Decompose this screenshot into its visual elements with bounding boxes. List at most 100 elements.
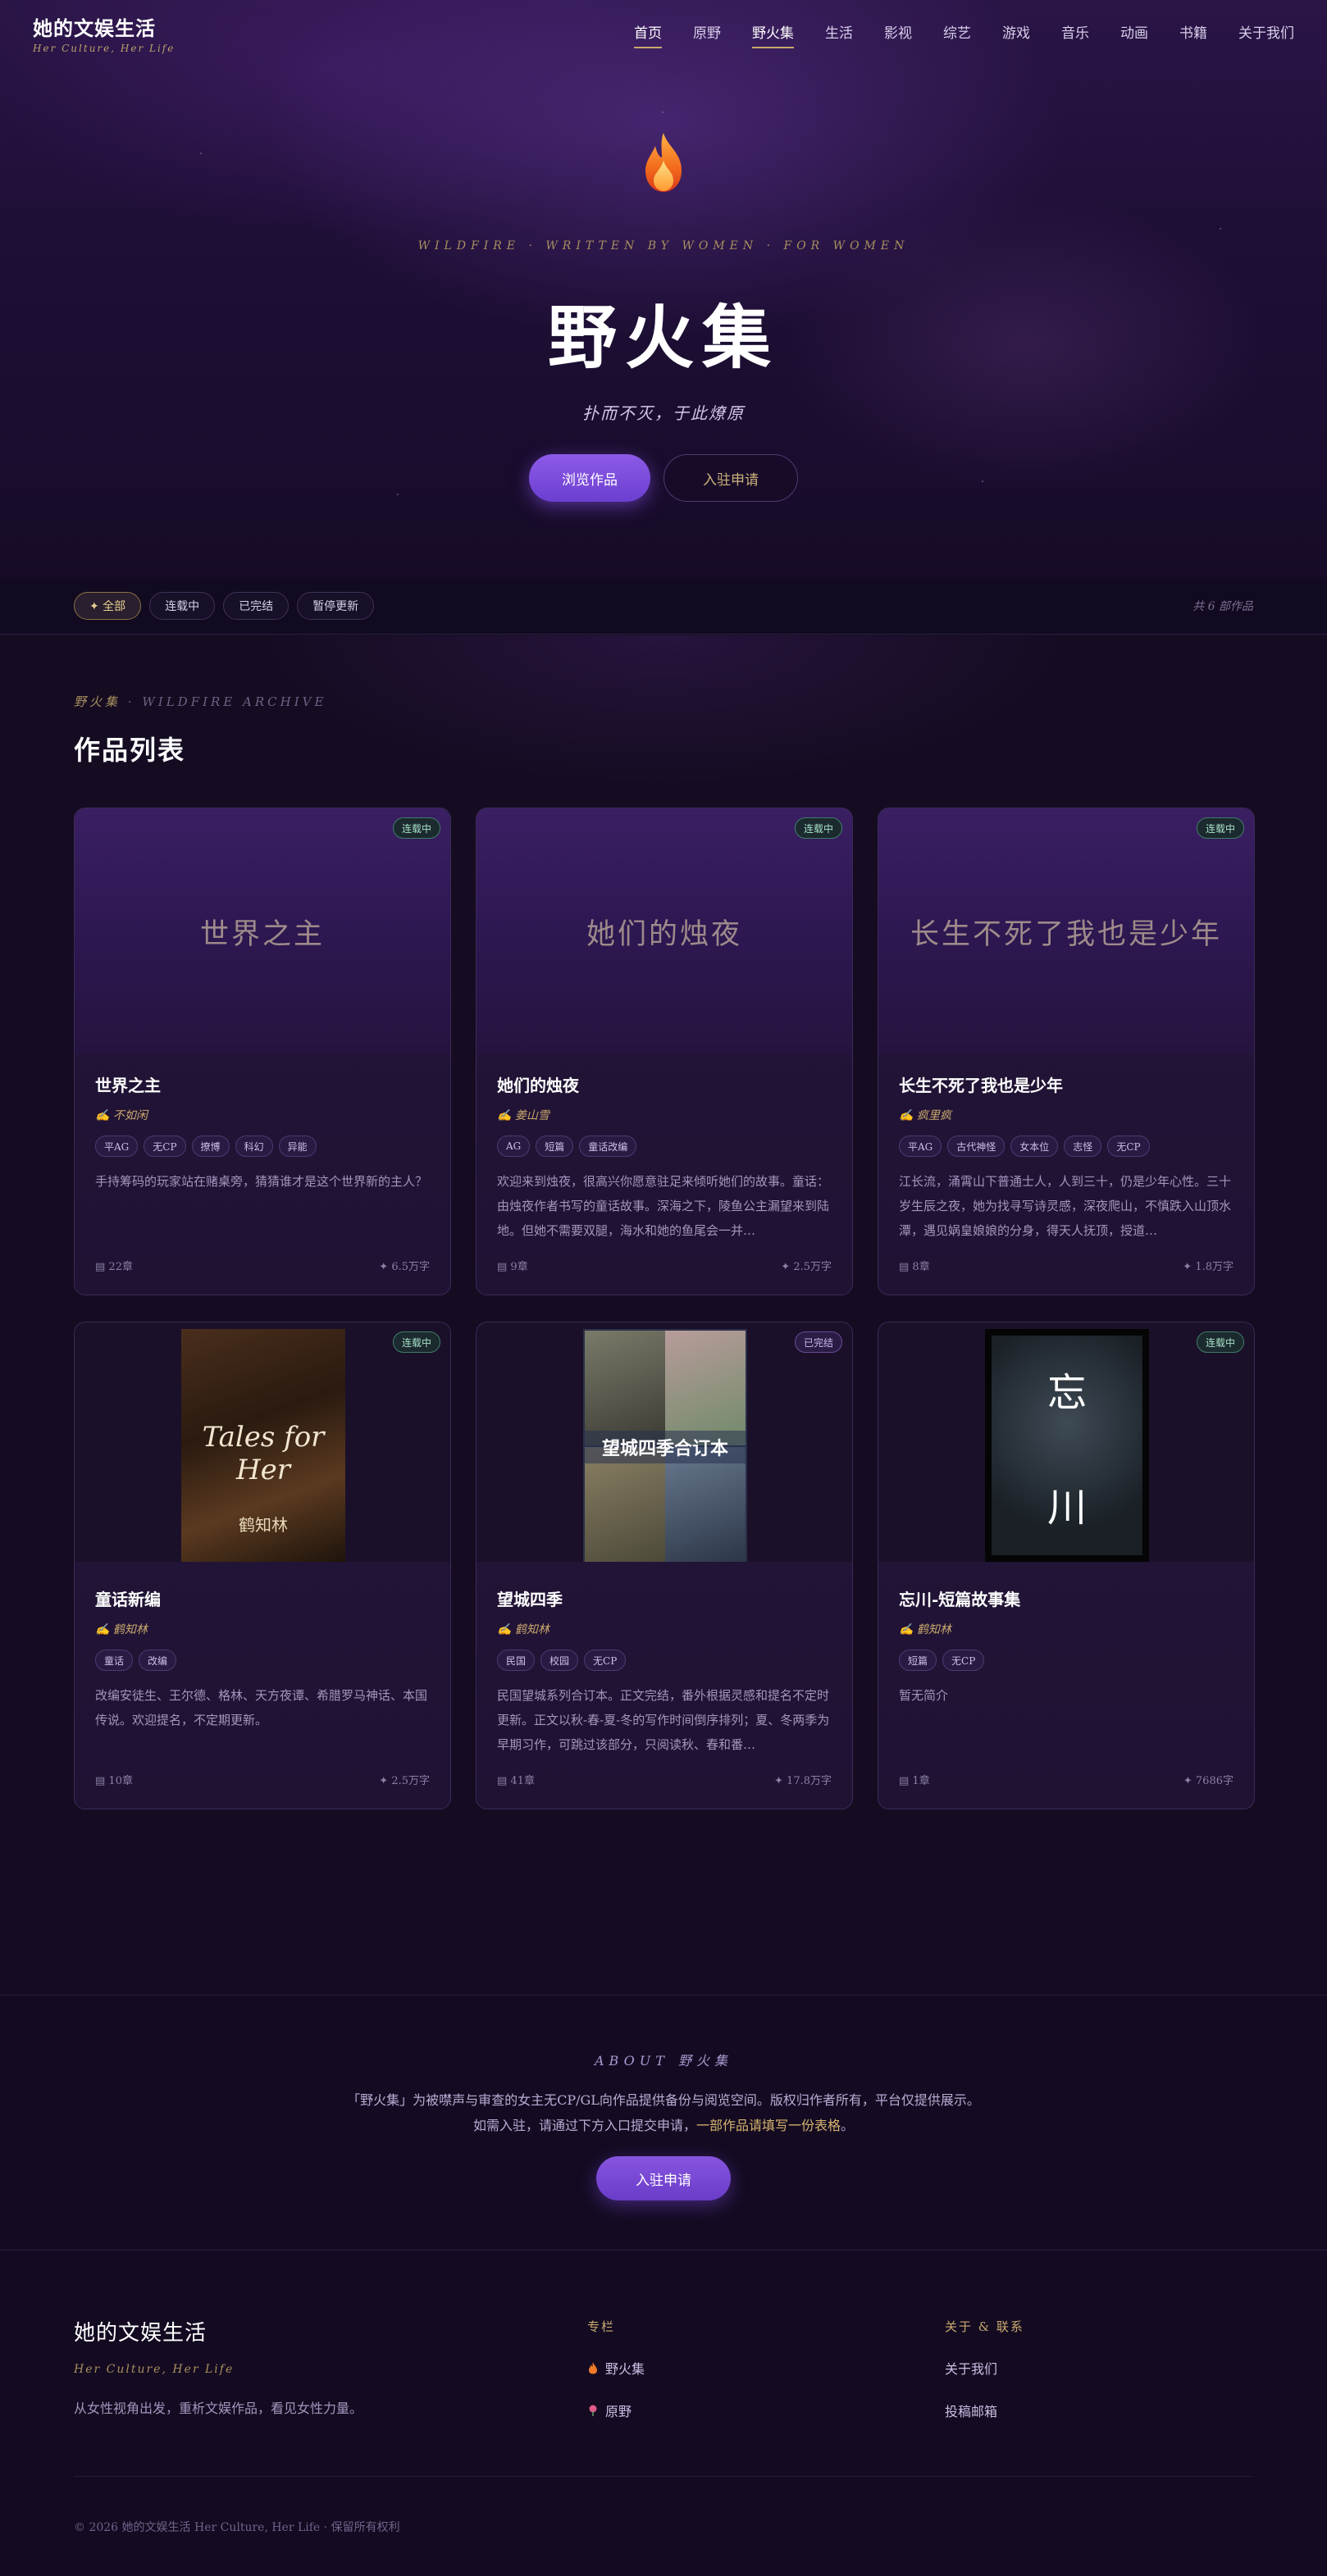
- work-card[interactable]: Tales for Her 鹤知林 连载中 童话新编 ✍ 鹤知林 童话 改编 改…: [74, 1322, 451, 1809]
- tag[interactable]: 童话改编: [579, 1136, 637, 1157]
- footer-column-heading: 关于 & 联系: [945, 2319, 1024, 2334]
- chapter-count: ▤ 8章: [899, 1261, 930, 1273]
- word-count: ✦ 2.5万字: [781, 1261, 832, 1273]
- top-navbar: 她的文娱生活 Her Culture, Her Life 首页 原野 野火集 生…: [0, 0, 1327, 66]
- tag[interactable]: 无CP: [584, 1650, 627, 1671]
- footer-link-about[interactable]: 关于我们: [945, 2358, 1024, 2378]
- flower-icon: [589, 2405, 597, 2416]
- chapter-count: ▤ 22章: [95, 1261, 133, 1273]
- tag-list: 平AG 古代神怪 女本位 志怪 无CP: [899, 1136, 1234, 1157]
- section-eyebrow: 野火集 · WILDFIRE ARCHIVE: [74, 694, 327, 709]
- cover-image: 忘 川: [985, 1329, 1149, 1562]
- document-icon: ▤: [899, 1261, 913, 1273]
- nav-item-games[interactable]: 游戏: [1002, 18, 1030, 48]
- tag[interactable]: 民国: [497, 1650, 536, 1671]
- hero-title: 野火集: [547, 297, 779, 378]
- hero-tagline: 扑而不灭，于此燎原: [582, 403, 745, 423]
- cover-title-text: Tales for Her: [202, 1421, 325, 1486]
- tag[interactable]: 古代神怪: [947, 1136, 1006, 1157]
- work-title: 长生不死了我也是少年: [899, 1076, 1063, 1095]
- work-title: 望城四季: [497, 1590, 563, 1609]
- tag[interactable]: 短篇: [536, 1136, 574, 1157]
- sparkle-icon: ✦: [379, 1775, 392, 1787]
- tag[interactable]: 志怪: [1064, 1136, 1102, 1157]
- nav-item-animation[interactable]: 动画: [1120, 18, 1148, 48]
- filter-chip-paused[interactable]: 暂停更新: [297, 591, 375, 620]
- hero-eyebrow: WILDFIRE · WRITTEN BY WOMEN · FOR WOMEN: [417, 239, 910, 253]
- work-card[interactable]: 长生不死了我也是少年 连载中 长生不死了我也是少年 ✍ 疯里疯 平AG 古代神怪…: [878, 808, 1255, 1295]
- work-card[interactable]: 她们的烛夜 连载中 她们的烛夜 ✍ 姜山雪 AG 短篇 童话改编 欢迎来到烛夜，…: [476, 808, 853, 1295]
- about-join-button[interactable]: 入驻申请: [596, 2156, 731, 2201]
- about-eyebrow: ABOUT 野火集: [595, 2053, 732, 2069]
- cover-char: 川: [1047, 1485, 1087, 1531]
- footer-link-submit-email[interactable]: 投稿邮箱: [945, 2401, 1024, 2420]
- chapter-count: ▤ 41章: [497, 1775, 535, 1787]
- cover-title-text: 长生不死了我也是少年: [910, 917, 1222, 951]
- status-badge: 连载中: [392, 817, 440, 839]
- filter-bar: ✦ 全部 连载中 已完结 暂停更新 共 6 部作品: [0, 577, 1327, 635]
- nav-item-variety[interactable]: 综艺: [943, 18, 971, 48]
- footer-columns: 专栏 野火集 原野: [587, 2316, 645, 2420]
- nav-item-home[interactable]: 首页: [634, 18, 662, 48]
- tag[interactable]: 撩博: [191, 1136, 230, 1157]
- tag[interactable]: 无CP: [1107, 1136, 1150, 1157]
- browse-works-button[interactable]: 浏览作品: [529, 454, 650, 502]
- tag[interactable]: 无CP: [144, 1136, 186, 1157]
- tag[interactable]: 童话: [95, 1650, 134, 1671]
- tag[interactable]: 平AG: [899, 1136, 942, 1157]
- work-title: 她们的烛夜: [497, 1076, 579, 1095]
- tag[interactable]: 无CP: [942, 1650, 985, 1671]
- join-application-button[interactable]: 入驻申请: [664, 454, 798, 502]
- word-count: ✦ 7686字: [1183, 1775, 1234, 1787]
- tag[interactable]: 改编: [139, 1650, 177, 1671]
- filter-chip-all[interactable]: ✦ 全部: [74, 591, 142, 620]
- star-decoration: [1220, 228, 1221, 230]
- tag[interactable]: 平AG: [95, 1136, 139, 1157]
- footer-brand-subtitle: Her Culture, Her Life: [74, 2363, 235, 2376]
- star-decoration: [397, 494, 399, 495]
- document-icon: ▤: [95, 1261, 109, 1273]
- footer-divider: [74, 2476, 1253, 2477]
- tag-list: 平AG 无CP 撩博 科幻 异能: [95, 1136, 430, 1157]
- nav-item-music[interactable]: 音乐: [1061, 18, 1089, 48]
- footer-link-wilderness[interactable]: 原野: [587, 2401, 645, 2420]
- work-cover: 她们的烛夜: [477, 808, 852, 1054]
- work-card[interactable]: 忘 川 连载中 忘川-短篇故事集 ✍ 鹤知林 短篇 无CP 暂无简介 ▤ 1章 …: [878, 1322, 1255, 1809]
- chapter-count: ▤ 10章: [95, 1775, 133, 1787]
- nav-links: 首页 原野 野火集 生活 影视 综艺 游戏 音乐 动画 书籍 关于我们: [603, 18, 1294, 48]
- cover-title-text: 世界之主: [199, 917, 325, 951]
- cover-title-text: 她们的烛夜: [586, 917, 742, 951]
- work-description: 暂无简介: [899, 1688, 949, 1703]
- work-author: ✍ 姜山雪: [497, 1109, 549, 1122]
- filter-chip-completed[interactable]: 已完结: [223, 591, 290, 620]
- nav-item-wildfire[interactable]: 野火集: [752, 18, 794, 48]
- tag[interactable]: 科幻: [235, 1136, 273, 1157]
- filter-chip-ongoing[interactable]: 连载中: [149, 591, 216, 620]
- tag[interactable]: 女本位: [1010, 1136, 1059, 1157]
- work-cover: 长生不死了我也是少年: [878, 808, 1254, 1054]
- brand-logo[interactable]: 她的文娱生活 Her Culture, Her Life: [33, 12, 175, 54]
- nav-item-about[interactable]: 关于我们: [1238, 18, 1294, 48]
- work-cover: 忘 川: [878, 1322, 1254, 1562]
- chapter-count: ▤ 1章: [899, 1775, 930, 1787]
- footer-link-wildfire[interactable]: 野火集: [587, 2358, 645, 2378]
- work-description: 江长流，涌霄山下普通士人，人到三十，仍是少年心性。三十岁生辰之夜，她为找寻写诗灵…: [899, 1174, 1232, 1238]
- work-author: ✍ 鹤知林: [497, 1623, 549, 1636]
- tag[interactable]: AG: [497, 1136, 531, 1157]
- work-card[interactable]: 世界之主 连载中 世界之主 ✍ 不如闲 平AG 无CP 撩博 科幻 异能 手持筹…: [74, 808, 451, 1295]
- work-author: ✍ 不如闲: [95, 1109, 148, 1122]
- word-count: ✦ 6.5万字: [379, 1261, 430, 1273]
- nav-item-film[interactable]: 影视: [884, 18, 912, 48]
- nav-item-wilderness[interactable]: 原野: [693, 18, 721, 48]
- tag[interactable]: 异能: [278, 1136, 317, 1157]
- nav-item-life[interactable]: 生活: [825, 18, 853, 48]
- footer-brand: 她的文娱生活 Her Culture, Her Life 从女性视角出发，重析文…: [74, 2316, 363, 2417]
- tag[interactable]: 短篇: [899, 1650, 937, 1671]
- work-card[interactable]: 望城四季合订本 已完结 望城四季 ✍ 鹤知林 民国 校园 无CP 民国望城系列合…: [476, 1322, 853, 1809]
- tag[interactable]: 校园: [540, 1650, 579, 1671]
- tag-list: 民国 校园 无CP: [497, 1650, 832, 1671]
- document-icon: ▤: [497, 1775, 511, 1787]
- work-title: 童话新编: [95, 1590, 161, 1609]
- nav-item-books[interactable]: 书籍: [1179, 18, 1207, 48]
- cover-title-text: 望城四季合订本: [583, 1431, 747, 1463]
